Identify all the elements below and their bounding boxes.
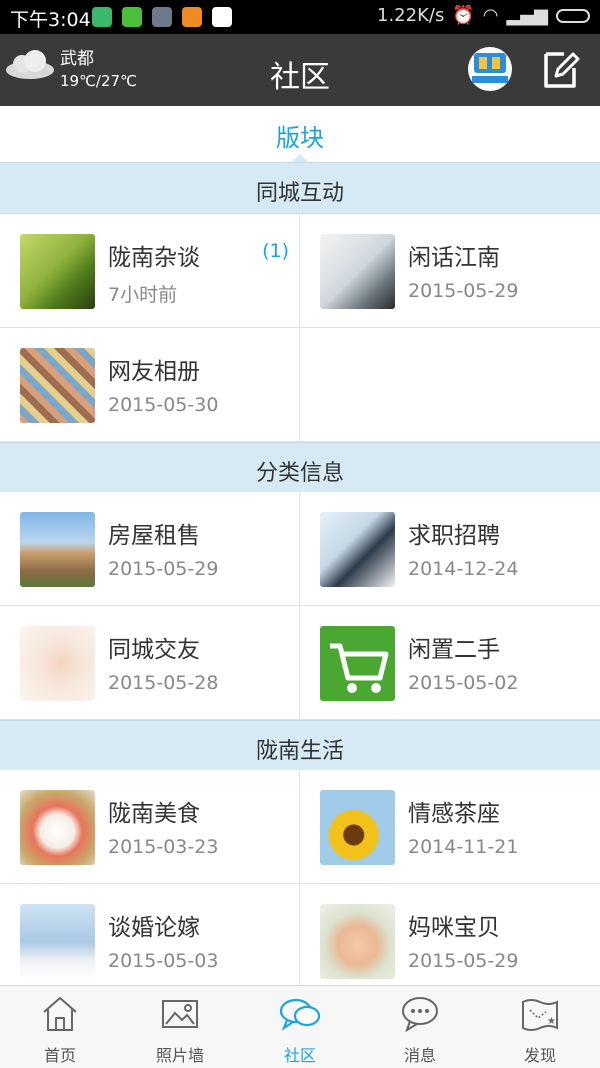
map-icon: ★ [522,999,558,1031]
sunflower-thumbnail [320,790,395,865]
photo-collage-thumbnail [20,348,95,423]
logo-icon [472,53,508,83]
tab-messages[interactable]: 消息 [360,986,480,1068]
tab-home[interactable]: 首页 [0,986,120,1068]
office-thumbnail [320,512,395,587]
board-title: 同城交友 [108,637,200,663]
board-item[interactable]: 同城交友 2015-05-28 [0,606,300,720]
board-title: 陇南美食 [108,801,200,827]
svg-text:★: ★ [547,1016,556,1027]
bottom-tab-bar: 首页 照片墙 社区 消息 ★ 发现 [0,985,600,1068]
network-speed: 1.22K/s [377,5,445,26]
status-time: 下午3:04 [10,9,91,31]
board-title: 网友相册 [108,359,200,385]
board-item[interactable]: 陇南杂谈 7小时前 (1) [0,214,300,328]
board-title: 陇南杂谈 [108,245,200,271]
section-header: 同城互动 [0,162,600,214]
board-item[interactable]: 网友相册 2015-05-30 [0,328,300,442]
section-header: 陇南生活 [0,720,600,772]
board-date: 2014-12-24 [408,558,519,580]
board-date: 2015-05-29 [408,280,519,302]
board-date: 2015-03-23 [108,836,219,858]
status-right: 1.22K/s ⏰ ◠ ▂▄▆ [377,5,590,26]
wifi-icon: ◠ [482,5,499,26]
home-icon [43,997,77,1031]
board-title: 房屋租售 [108,523,200,549]
board-item[interactable]: 妈咪宝贝 2015-05-29 [300,884,600,998]
board-label: 版块 [276,124,324,152]
board-item[interactable]: 谈婚论嫁 2015-05-03 [0,884,300,998]
battery-icon [556,8,590,23]
board-date: 2015-05-28 [108,672,219,694]
chat-bubbles-icon [279,998,321,1031]
wedding-thumbnail [20,904,95,979]
board-item[interactable]: 闲话江南 2015-05-29 [300,214,600,328]
tab-label: 消息 [403,1046,436,1065]
board-title: 求职招聘 [408,523,500,549]
board-date: 2015-05-03 [108,950,219,972]
status-bar: 下午3:04 1.22K/s ⏰ ◠ ▂▄▆ [0,0,600,34]
tab-label: 照片墙 [155,1046,204,1065]
board-item[interactable]: 求职招聘 2014-12-24 [300,492,600,606]
picture-icon [162,1000,198,1028]
board-title: 谈婚论嫁 [108,915,200,941]
board-title: 闲置二手 [408,637,500,663]
tab-discover[interactable]: ★ 发现 [480,986,600,1068]
qq-icon [212,7,232,27]
green-tea-thumbnail [20,234,95,309]
board-date: 2015-05-02 [408,672,519,694]
tab-community[interactable]: 社区 [240,986,360,1068]
building-thumbnail [20,512,95,587]
newspaper-coffee-thumbnail [320,234,395,309]
app-store-icon [152,7,172,27]
section-title: 同城互动 [255,181,344,206]
site-logo[interactable] [468,47,512,91]
shopping-cart-icon [330,643,389,693]
board-banner: 版块 [0,106,600,164]
board-title: 妈咪宝贝 [408,915,500,941]
wechat-icon [122,7,142,27]
board-date: 2015-05-29 [108,558,219,580]
header-bar: 武都 19℃/27℃ 社区 [0,34,600,106]
board-item[interactable]: 房屋租售 2015-05-29 [0,492,300,606]
security-app-icon [92,7,112,27]
tab-label: 首页 [43,1046,76,1065]
board-item[interactable]: 陇南美食 2015-03-23 [0,770,300,884]
new-post-badge: (1) [262,240,289,262]
section-title: 陇南生活 [255,739,344,764]
board-date: 2015-05-29 [408,950,519,972]
board-date: 2014-11-21 [408,836,519,858]
board-title: 闲话江南 [408,245,500,271]
board-date: 2015-05-30 [108,394,219,416]
board-item[interactable]: 闲置二手 2015-05-02 [300,606,600,720]
weibo-icon [182,7,202,27]
shopping-cart-thumbnail [320,626,395,701]
empty-cell [300,328,600,442]
message-icon [402,997,438,1033]
holding-hands-thumbnail [20,626,95,701]
edit-icon[interactable] [542,48,580,90]
board-item[interactable]: 情感茶座 2014-11-21 [300,770,600,884]
signal-icon: ▂▄▆ [506,5,548,26]
food-thumbnail [20,790,95,865]
section-header: 分类信息 [0,442,600,494]
section-title: 分类信息 [255,461,344,486]
tab-label: 发现 [523,1046,556,1065]
notification-icons [92,7,232,27]
board-title: 情感茶座 [408,801,500,827]
alarm-icon: ⏰ [452,5,475,26]
tab-label: 社区 [283,1046,316,1065]
board-date: 7小时前 [108,284,178,306]
tab-photo-wall[interactable]: 照片墙 [120,986,240,1068]
baby-thumbnail [320,904,395,979]
